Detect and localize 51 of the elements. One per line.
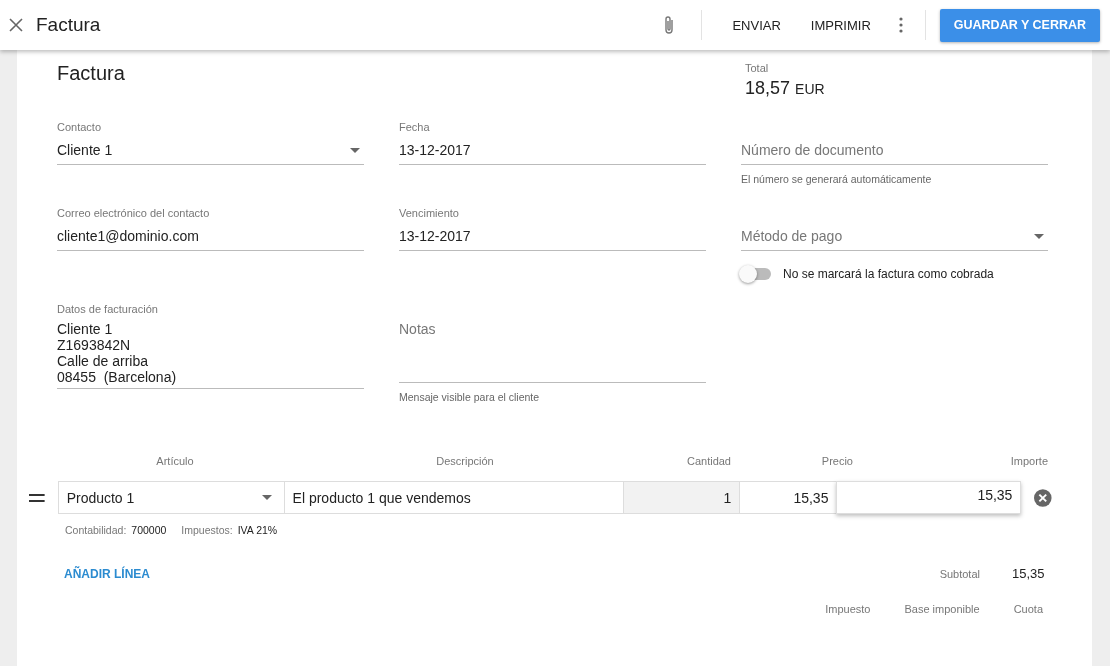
field-label: Correo electrónico del contacto	[57, 207, 211, 219]
column-header: Cantidad	[685, 455, 732, 467]
column-header: Descripción	[435, 455, 495, 467]
meta-label: Contabilidad:	[65, 524, 127, 536]
meta-value: IVA 21%	[237, 524, 278, 536]
column-header: Precio	[820, 455, 854, 467]
amount-cell: 15,35	[836, 481, 1022, 514]
remove-icon[interactable]	[1034, 488, 1052, 507]
input-field[interactable]: Método de pago	[741, 225, 1048, 251]
total-amount: 18,57	[745, 78, 791, 98]
field-hint: Mensaje visible para el cliente	[399, 391, 541, 403]
field-label: Vencimiento	[399, 207, 460, 219]
quantity-field[interactable]: 1	[622, 481, 741, 514]
window-title: Factura	[36, 14, 101, 36]
billing-field[interactable]: Cliente 1 Z1693842N Calle de arriba 08455 (Barcelona)	[57, 321, 364, 389]
column-header: Importe	[1009, 455, 1048, 467]
subtotal-value: 15,35	[1012, 566, 1046, 581]
description-field[interactable]: El producto 1 que vendemos	[283, 481, 624, 514]
close-icon[interactable]	[9, 18, 23, 32]
field-label: Fecha	[399, 121, 431, 133]
toggle-label: No se marcará la factura como cobrada	[783, 267, 994, 281]
add-line-button[interactable]: AÑADIR LÍNEA	[64, 566, 150, 581]
drag-handle-icon[interactable]	[29, 493, 45, 502]
input-field[interactable]: Número de documento	[741, 139, 1048, 165]
caret-icon	[261, 495, 272, 500]
article-select[interactable]: Producto 1	[57, 481, 285, 514]
action-button[interactable]: IMPRIMIR	[796, 11, 885, 39]
column-header: Base imponible	[904, 603, 980, 615]
field-label: Contacto	[57, 121, 103, 133]
field-label: Datos de facturación	[57, 303, 159, 315]
toggle-switch[interactable]	[741, 268, 771, 280]
action-button[interactable]: ENVIAR	[718, 11, 795, 39]
input-field[interactable]: Cliente 1	[57, 139, 364, 165]
currency: EUR	[795, 81, 825, 97]
subtotal-label: Subtotal	[939, 567, 980, 580]
invoice-heading: Factura	[57, 62, 125, 86]
paperclip-icon[interactable]	[663, 15, 676, 35]
total-label: Total	[745, 62, 770, 74]
input-field[interactable]: 13-12-2017	[399, 225, 706, 251]
input-field[interactable]: cliente1@dominio.com	[57, 225, 364, 251]
caret-icon	[350, 147, 360, 153]
column-header: Cuota	[1013, 603, 1043, 615]
column-header: Impuesto	[825, 603, 871, 615]
meta-value: 700000	[131, 524, 167, 536]
more-icon[interactable]	[898, 17, 903, 33]
input-field[interactable]: 13-12-2017	[399, 139, 706, 165]
field-hint: El número se generará automáticamente	[741, 173, 933, 185]
caret-icon	[1034, 233, 1044, 239]
notes-field[interactable]: Notas	[399, 321, 706, 383]
column-header: Artículo	[155, 455, 195, 467]
meta-label: Impuestos:	[181, 524, 233, 536]
